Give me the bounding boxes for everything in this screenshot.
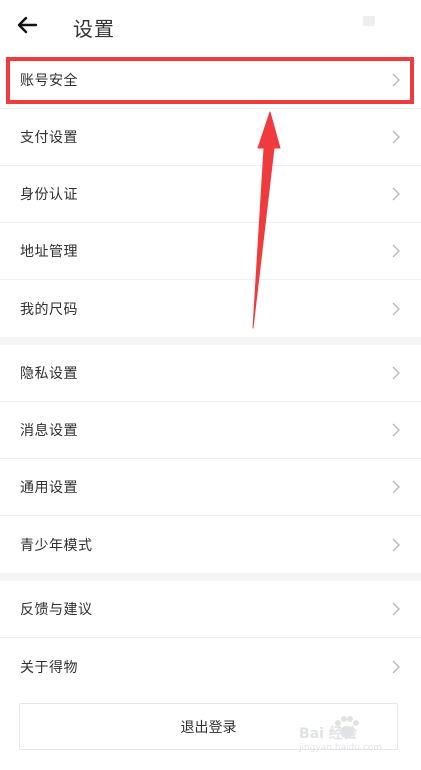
- settings-item-identity[interactable]: 身份认证: [0, 166, 421, 223]
- settings-item-payment[interactable]: 支付设置: [0, 109, 421, 166]
- arrow-left-icon: [17, 16, 38, 34]
- chevron-right-icon: [392, 73, 400, 87]
- settings-group-preferences: 隐私设置 消息设置 通用设置 青少年模式: [0, 345, 421, 573]
- page-title: 设置: [73, 17, 115, 41]
- chevron-right-icon: [392, 302, 400, 315]
- settings-item-size[interactable]: 我的尺码: [0, 280, 421, 337]
- settings-item-label: 账号安全: [20, 73, 78, 89]
- chevron-right-icon: [392, 187, 400, 201]
- chevron-right-icon: [392, 480, 400, 494]
- settings-item-label: 身份认证: [20, 187, 78, 203]
- settings-item-label: 通用设置: [20, 480, 78, 496]
- chevron-right-icon: [392, 538, 400, 551]
- header-bar: 设置: [0, 0, 421, 52]
- settings-item-account-security[interactable]: 账号安全: [0, 52, 421, 109]
- chevron-right-icon: [392, 660, 400, 673]
- settings-item-about[interactable]: 关于得物: [0, 638, 421, 695]
- header-indicator: [363, 16, 375, 26]
- section-divider: [0, 573, 421, 581]
- chevron-right-icon: [392, 602, 400, 616]
- settings-item-label: 青少年模式: [20, 537, 93, 554]
- settings-item-label: 支付设置: [20, 130, 78, 146]
- settings-group-about: 反馈与建议 关于得物: [0, 581, 421, 695]
- chevron-right-icon: [392, 244, 400, 258]
- settings-item-label: 关于得物: [20, 659, 78, 676]
- settings-item-label: 我的尺码: [20, 301, 78, 318]
- settings-item-label: 地址管理: [20, 244, 78, 260]
- chevron-right-icon: [392, 423, 400, 437]
- settings-item-label: 消息设置: [20, 423, 78, 439]
- settings-item-teen-mode[interactable]: 青少年模式: [0, 516, 421, 573]
- chevron-right-icon: [392, 130, 400, 144]
- logout-button[interactable]: 退出登录: [19, 703, 398, 750]
- settings-item-label: 隐私设置: [20, 366, 78, 382]
- settings-item-privacy[interactable]: 隐私设置: [0, 345, 421, 402]
- settings-group-account: 账号安全 支付设置 身份认证 地址管理 我的尺码: [0, 52, 421, 337]
- settings-item-address[interactable]: 地址管理: [0, 223, 421, 280]
- settings-item-general[interactable]: 通用设置: [0, 459, 421, 516]
- settings-item-feedback[interactable]: 反馈与建议: [0, 581, 421, 638]
- chevron-right-icon: [392, 366, 400, 380]
- back-button[interactable]: [10, 10, 44, 40]
- section-divider: [0, 337, 421, 345]
- settings-item-notifications[interactable]: 消息设置: [0, 402, 421, 459]
- settings-item-label: 反馈与建议: [20, 602, 93, 618]
